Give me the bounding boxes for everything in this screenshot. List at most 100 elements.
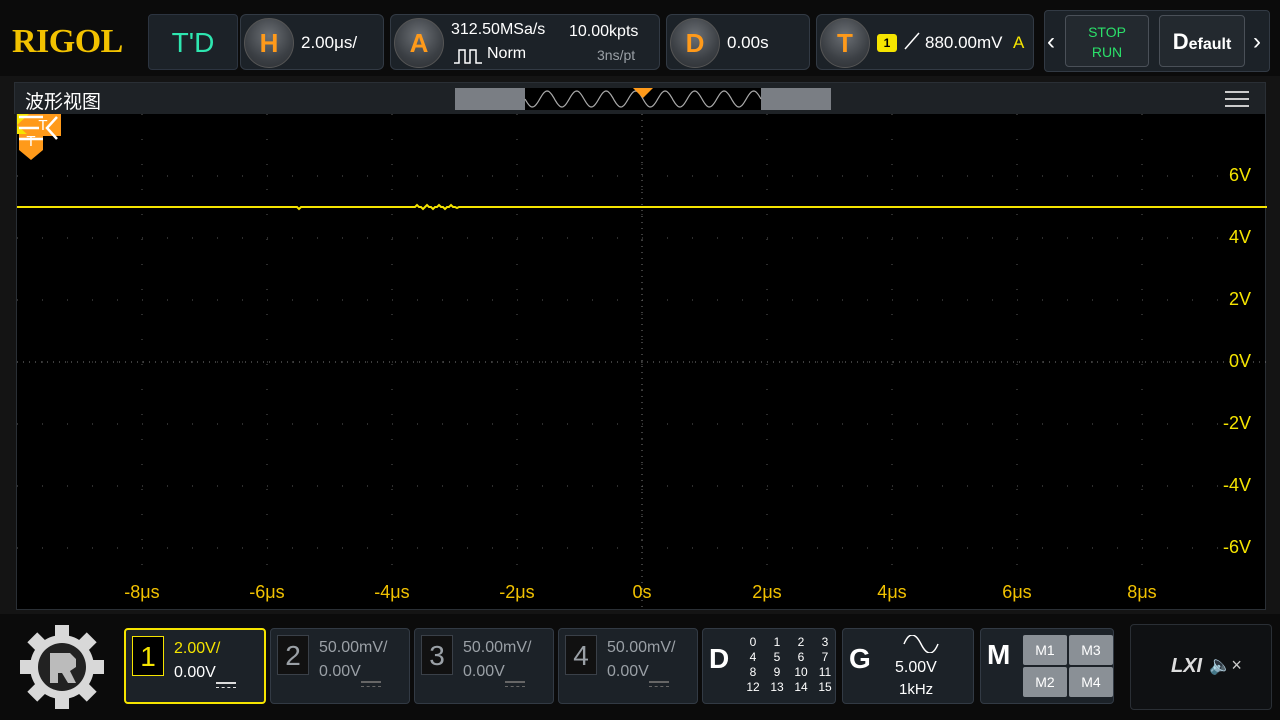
digital-bit-label: 2 xyxy=(797,635,805,649)
digital-channels-button[interactable]: D 0 1 2 3 4 5 6 7 8 9 10 11 12 13 14 15 xyxy=(702,628,836,704)
channel-1-offset: 0.00V xyxy=(174,664,216,681)
channel-4-offset: 0.00V xyxy=(607,663,649,680)
run-label: RUN xyxy=(1091,44,1123,60)
mode-td-button[interactable]: T'D xyxy=(148,14,238,70)
digital-bit-label: 4 xyxy=(749,650,757,664)
channel-1-number: 1 xyxy=(132,636,164,676)
horizontal-icon: H xyxy=(244,18,294,68)
dc-coupling-icon xyxy=(361,681,381,687)
digital-bit-label: 15 xyxy=(818,680,832,694)
stop-label: STOP xyxy=(1088,24,1126,40)
channel-4-number: 4 xyxy=(565,635,597,675)
math-m4-button[interactable]: M4 xyxy=(1069,667,1113,697)
dc-coupling-icon xyxy=(216,682,236,688)
digital-bit-grid: 0 1 2 3 4 5 6 7 8 9 10 11 12 13 14 15 xyxy=(741,635,837,695)
digital-bit-label: 13 xyxy=(770,680,784,694)
speaker-mute-icon[interactable]: 🔈× xyxy=(1209,655,1242,676)
delay-value: 0.00s xyxy=(727,33,769,52)
trigger-icon: T xyxy=(820,18,870,68)
generator-amplitude: 5.00V xyxy=(895,659,937,676)
dc-coupling-icon xyxy=(649,681,669,687)
math-button[interactable]: M M1 M3 M2 M4 xyxy=(980,628,1114,704)
default-label: efault xyxy=(1188,36,1232,53)
run-control-group: ‹ STOP RUN Default › xyxy=(1044,10,1270,72)
y-axis-label: 4V xyxy=(1228,227,1251,247)
digital-bit-label: 5 xyxy=(773,650,781,664)
top-bar: RIGOL T'D H 2.00μs/ A 312.50MSa/s 10.00k… xyxy=(0,0,1280,76)
digital-bit-label: 14 xyxy=(794,680,808,694)
channel-2-scale: 50.00mV/ xyxy=(319,639,388,656)
digital-bit-label: 1 xyxy=(773,635,781,649)
x-axis-label: 2μs xyxy=(752,582,782,602)
x-axis-label: 0s xyxy=(632,582,652,602)
rising-edge-icon xyxy=(903,31,921,57)
channel-3-number: 3 xyxy=(421,635,453,675)
waveform-display[interactable]: T 1 T 6V4V2V0V-2V-4V-6V -8μs-6μs-4μs-2μs… xyxy=(16,114,1267,610)
bottom-bar: 1 2.00V/ 0.00V 2 50.00mV/ 0.00V 3 50.00m… xyxy=(0,614,1280,720)
pulse-icon xyxy=(453,47,483,70)
trigger-button[interactable]: T 1 880.00mV A xyxy=(816,14,1034,70)
digital-bit-label: 0 xyxy=(749,635,757,649)
trigger-source-badge: 1 xyxy=(877,34,897,52)
panel-title: 波形视图 xyxy=(25,92,102,113)
chevron-right-icon[interactable]: › xyxy=(1253,11,1261,73)
stop-run-button[interactable]: STOP RUN xyxy=(1065,15,1149,67)
status-area: LXI 🔈× xyxy=(1130,624,1272,710)
time-resolution: 3ns/pt xyxy=(597,47,636,63)
trigger-level: 880.00mV xyxy=(925,33,1003,52)
memory-overview-bar[interactable] xyxy=(455,88,831,110)
channel-4-button[interactable]: 4 50.00mV/ 0.00V xyxy=(558,628,698,704)
digital-bit-label: 3 xyxy=(821,635,829,649)
x-axis-label: -4μs xyxy=(374,582,410,602)
sample-rate: 312.50MSa/s xyxy=(451,21,546,38)
memory-depth: 10.00kpts xyxy=(569,23,639,40)
acquire-button[interactable]: A 312.50MSa/s 10.00kpts Norm 3ns/pt xyxy=(390,14,660,70)
math-m2-button[interactable]: M2 xyxy=(1023,667,1067,697)
horizontal-button[interactable]: H 2.00μs/ xyxy=(240,14,384,70)
default-button[interactable]: Default xyxy=(1159,15,1245,67)
channel-3-button[interactable]: 3 50.00mV/ 0.00V xyxy=(414,628,554,704)
generator-letter: G xyxy=(849,643,871,674)
channel-2-offset: 0.00V xyxy=(319,663,361,680)
x-axis-label: 6μs xyxy=(1002,582,1032,602)
digital-bit-label: 6 xyxy=(797,650,805,664)
channel-1-button[interactable]: 1 2.00V/ 0.00V xyxy=(124,628,266,704)
channel-4-scale: 50.00mV/ xyxy=(607,639,676,656)
digital-bit-label: 10 xyxy=(794,665,808,679)
channel-2-number: 2 xyxy=(277,635,309,675)
y-axis-label: -4V xyxy=(1222,475,1251,495)
y-axis-label: 2V xyxy=(1228,289,1251,309)
channel-1-scale: 2.00V/ xyxy=(174,640,221,657)
waveform-panel-header: 波形视图 xyxy=(14,82,1266,114)
delay-button[interactable]: D 0.00s xyxy=(666,14,810,70)
y-axis-label: 0V xyxy=(1228,351,1251,371)
math-grid: M1 M3 M2 M4 xyxy=(1023,635,1113,697)
timebase-value: 2.00μs/ xyxy=(301,33,358,52)
digital-bit-label: 12 xyxy=(746,680,760,694)
chevron-left-icon[interactable]: ‹ xyxy=(1047,11,1055,73)
x-axis-label: -2μs xyxy=(499,582,535,602)
digital-letter: D xyxy=(709,643,730,674)
gear-icon[interactable] xyxy=(16,624,108,710)
acquire-icon: A xyxy=(394,18,444,68)
generator-button[interactable]: G 5.00V 1kHz xyxy=(842,628,974,704)
x-axis-label: -6μs xyxy=(249,582,285,602)
default-letter: D xyxy=(1172,29,1189,54)
acquire-mode: Norm xyxy=(487,45,527,62)
delay-icon: D xyxy=(670,18,720,68)
digital-bit-label: 7 xyxy=(821,650,829,664)
math-m1-button[interactable]: M1 xyxy=(1023,635,1067,665)
ch1-trace xyxy=(17,203,1267,211)
x-axis-label: -8μs xyxy=(124,582,160,602)
math-m3-button[interactable]: M3 xyxy=(1069,635,1113,665)
channel-3-offset: 0.00V xyxy=(463,663,505,680)
channel-2-button[interactable]: 2 50.00mV/ 0.00V xyxy=(270,628,410,704)
sine-wave-icon xyxy=(903,635,939,653)
x-axis-label: 8μs xyxy=(1127,582,1157,602)
lxi-icon[interactable]: LXI xyxy=(1171,655,1202,678)
digital-bit-label: 8 xyxy=(749,665,757,679)
digital-bit-label: 11 xyxy=(818,665,832,679)
rigol-logo: RIGOL xyxy=(12,23,123,60)
menu-icon[interactable] xyxy=(1225,91,1249,107)
collapse-menu-icon[interactable] xyxy=(17,114,61,142)
